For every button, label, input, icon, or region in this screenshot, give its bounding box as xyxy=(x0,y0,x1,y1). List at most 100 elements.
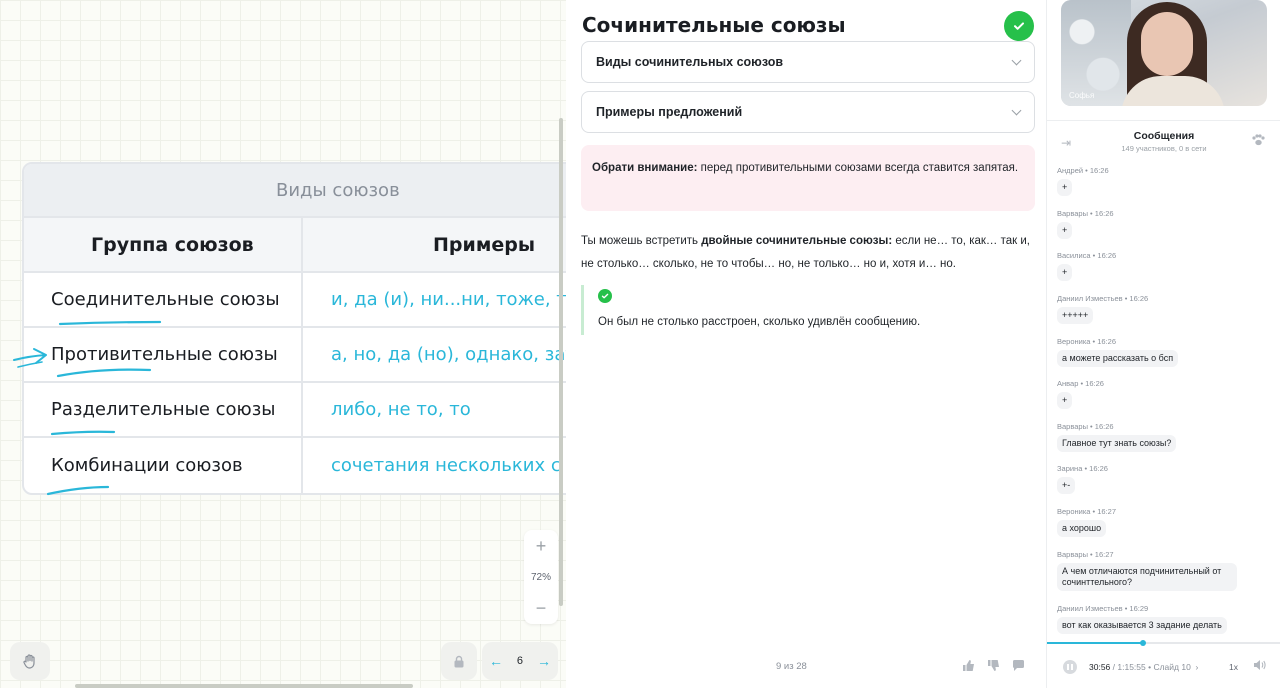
chat-message: Вероника • 16:26 а можете рассказать о б… xyxy=(1057,337,1179,367)
row-group: Комбинации союзов xyxy=(51,455,243,476)
chat-title: Сообщения xyxy=(1133,130,1195,142)
table-row: Разделительные союзы либо, не то, то xyxy=(24,383,566,438)
right-sidebar: Софья ⇥ Сообщения 149 участников, 0 в се… xyxy=(1046,0,1280,688)
thumbs-down-icon[interactable] xyxy=(987,659,1000,672)
row-examples: сочетания нескольких с xyxy=(331,455,561,476)
chat-message: Анвар • 16:26 + xyxy=(1057,379,1104,409)
chat-message: Даниил Изместьев • 16:26 +++++ xyxy=(1057,294,1148,324)
message-author: Варвары • 16:26 xyxy=(1057,422,1114,431)
message-author: Вероника • 16:26 xyxy=(1057,337,1117,346)
current-page: 6 xyxy=(516,655,524,667)
chat-header: Сообщения 149 участников, 0 в сети xyxy=(1047,130,1280,153)
chat-message: Зарина • 16:26 +- xyxy=(1057,464,1108,494)
row-group: Противительные союзы xyxy=(51,344,278,365)
volume-icon[interactable] xyxy=(1253,659,1266,674)
pause-button[interactable] xyxy=(1063,660,1077,674)
table-row: Комбинации союзов сочетания нескольких с xyxy=(24,438,566,493)
message-text: + xyxy=(1057,222,1073,239)
lock-icon xyxy=(454,655,464,667)
next-page-button[interactable]: → xyxy=(537,653,551,669)
board-horizontal-scrollbar[interactable] xyxy=(75,684,413,688)
hand-tool-button[interactable] xyxy=(10,642,50,680)
playback-speed-button[interactable]: 1x xyxy=(1229,662,1238,672)
chat-message: Вероника • 16:27 а хорошо xyxy=(1057,507,1116,537)
row-examples: либо, не то, то xyxy=(331,399,471,420)
accordion-label: Примеры предложений xyxy=(596,105,743,119)
message-author: Василиса • 16:26 xyxy=(1057,251,1117,260)
table-title: Виды союзов xyxy=(24,164,566,218)
message-text: Главное тут знать союзы? xyxy=(1057,435,1177,452)
paragraph-bold: двойные сочинительные союзы: xyxy=(701,235,893,247)
accordion-label: Виды сочинительных союзов xyxy=(596,55,784,69)
chat-message: Варвары • 16:26 + xyxy=(1057,209,1114,239)
message-text: + xyxy=(1057,392,1073,409)
playback-time: 30:56 / 1:15:55 • Слайд 10 › xyxy=(1089,662,1198,672)
progress-handle[interactable] xyxy=(1139,640,1146,646)
feedback-buttons xyxy=(962,659,1025,672)
page-navigator: ← 6 → xyxy=(482,642,558,680)
message-author: Зарина • 16:26 xyxy=(1057,464,1108,473)
chat-message: Даниил Изместьев • 16:29 вот как оказыва… xyxy=(1057,604,1227,634)
message-author: Варвары • 16:26 xyxy=(1057,209,1114,218)
hand-icon xyxy=(23,654,35,669)
message-author: Анвар • 16:26 xyxy=(1057,379,1104,388)
row-examples: и, да (и), ни...ни, тоже, так xyxy=(331,289,566,310)
lesson-title: Сочинительные союзы xyxy=(582,13,846,37)
zoom-control: + 72% − xyxy=(524,530,558,624)
video-name-tag: Софья xyxy=(1069,91,1095,100)
chat-message: Андрей • 16:26 + xyxy=(1057,166,1109,196)
message-text: + xyxy=(1057,264,1073,281)
message-author: Варвары • 16:27 xyxy=(1057,550,1114,559)
example-sentence: Он был не столько расстроен, сколько уди… xyxy=(598,316,921,328)
unions-table: Виды союзов Группа союзов Примеры Соедин… xyxy=(22,162,566,495)
board-vertical-scrollbar[interactable] xyxy=(559,118,563,606)
chevron-down-icon xyxy=(1011,55,1022,65)
message-text: +- xyxy=(1057,477,1076,494)
progress-fill xyxy=(1047,642,1143,644)
chevron-down-icon xyxy=(1011,105,1022,115)
chat-subtitle: 149 участников, 0 в сети xyxy=(1121,144,1207,153)
lesson-panel: Сочинительные союзы Виды сочинительных с… xyxy=(566,0,1046,688)
chat-message: Василиса • 16:26 + xyxy=(1057,251,1116,281)
lesson-paragraph: Ты можешь встретить двойные сочинительны… xyxy=(581,230,1041,276)
zoom-level: 72% xyxy=(530,571,551,583)
teacher-video[interactable]: Софья xyxy=(1061,0,1267,106)
message-author: Даниил Изместьев • 16:26 xyxy=(1057,294,1149,303)
message-author: Даниил Изместьев • 16:29 xyxy=(1057,604,1149,613)
current-time: 30:56 xyxy=(1089,662,1111,672)
participants-icon[interactable] xyxy=(1251,134,1265,149)
accordion-union-types[interactable]: Виды сочинительных союзов xyxy=(581,41,1035,83)
check-icon xyxy=(1014,22,1024,30)
header-examples: Примеры xyxy=(433,233,536,256)
thumbs-up-icon[interactable] xyxy=(962,659,975,672)
paragraph-text: Ты можешь встретить xyxy=(581,235,702,247)
row-examples: а, но, да (но), однако, зато xyxy=(331,344,566,365)
table-row: Соединительные союзы и, да (и), ни...ни,… xyxy=(24,273,566,328)
duration: / 1:15:55 xyxy=(1112,662,1146,672)
message-text: а хорошо xyxy=(1057,520,1107,537)
note-text: перед противительными союзами всегда ста… xyxy=(697,162,1019,174)
completed-badge xyxy=(1004,11,1034,41)
example-block: Он был не столько расстроен, сколько уди… xyxy=(581,285,1035,335)
message-author: Андрей • 16:26 xyxy=(1057,166,1109,175)
header-group: Группа союзов xyxy=(24,218,303,271)
comment-icon[interactable] xyxy=(1012,659,1025,672)
check-circle-icon xyxy=(598,289,612,303)
slide-counter: 9 из 28 xyxy=(776,661,807,672)
recording-player: 30:56 / 1:15:55 • Слайд 10 › 1x xyxy=(1047,640,1280,688)
zoom-out-button[interactable]: − xyxy=(536,598,547,618)
accordion-sentence-examples[interactable]: Примеры предложений xyxy=(581,91,1035,133)
table-header-row: Группа союзов Примеры xyxy=(24,218,566,273)
chat-message: Варвары • 16:26 Главное тут знать союзы? xyxy=(1057,422,1177,452)
message-text: вот как оказывается 3 задание делать xyxy=(1057,617,1227,634)
attention-note: Обрати внимание: перед противительными с… xyxy=(581,145,1035,211)
lock-button[interactable] xyxy=(441,642,477,680)
row-group: Соединительные союзы xyxy=(51,289,280,310)
row-group: Разделительные союзы xyxy=(51,399,276,420)
zoom-in-button[interactable]: + xyxy=(536,536,547,556)
message-text: + xyxy=(1057,179,1073,196)
prev-page-button[interactable]: ← xyxy=(489,653,503,669)
message-text: +++++ xyxy=(1057,307,1094,324)
chevron-right-icon[interactable]: › xyxy=(1193,662,1199,672)
whiteboard[interactable]: Виды союзов Группа союзов Примеры Соедин… xyxy=(0,0,566,688)
